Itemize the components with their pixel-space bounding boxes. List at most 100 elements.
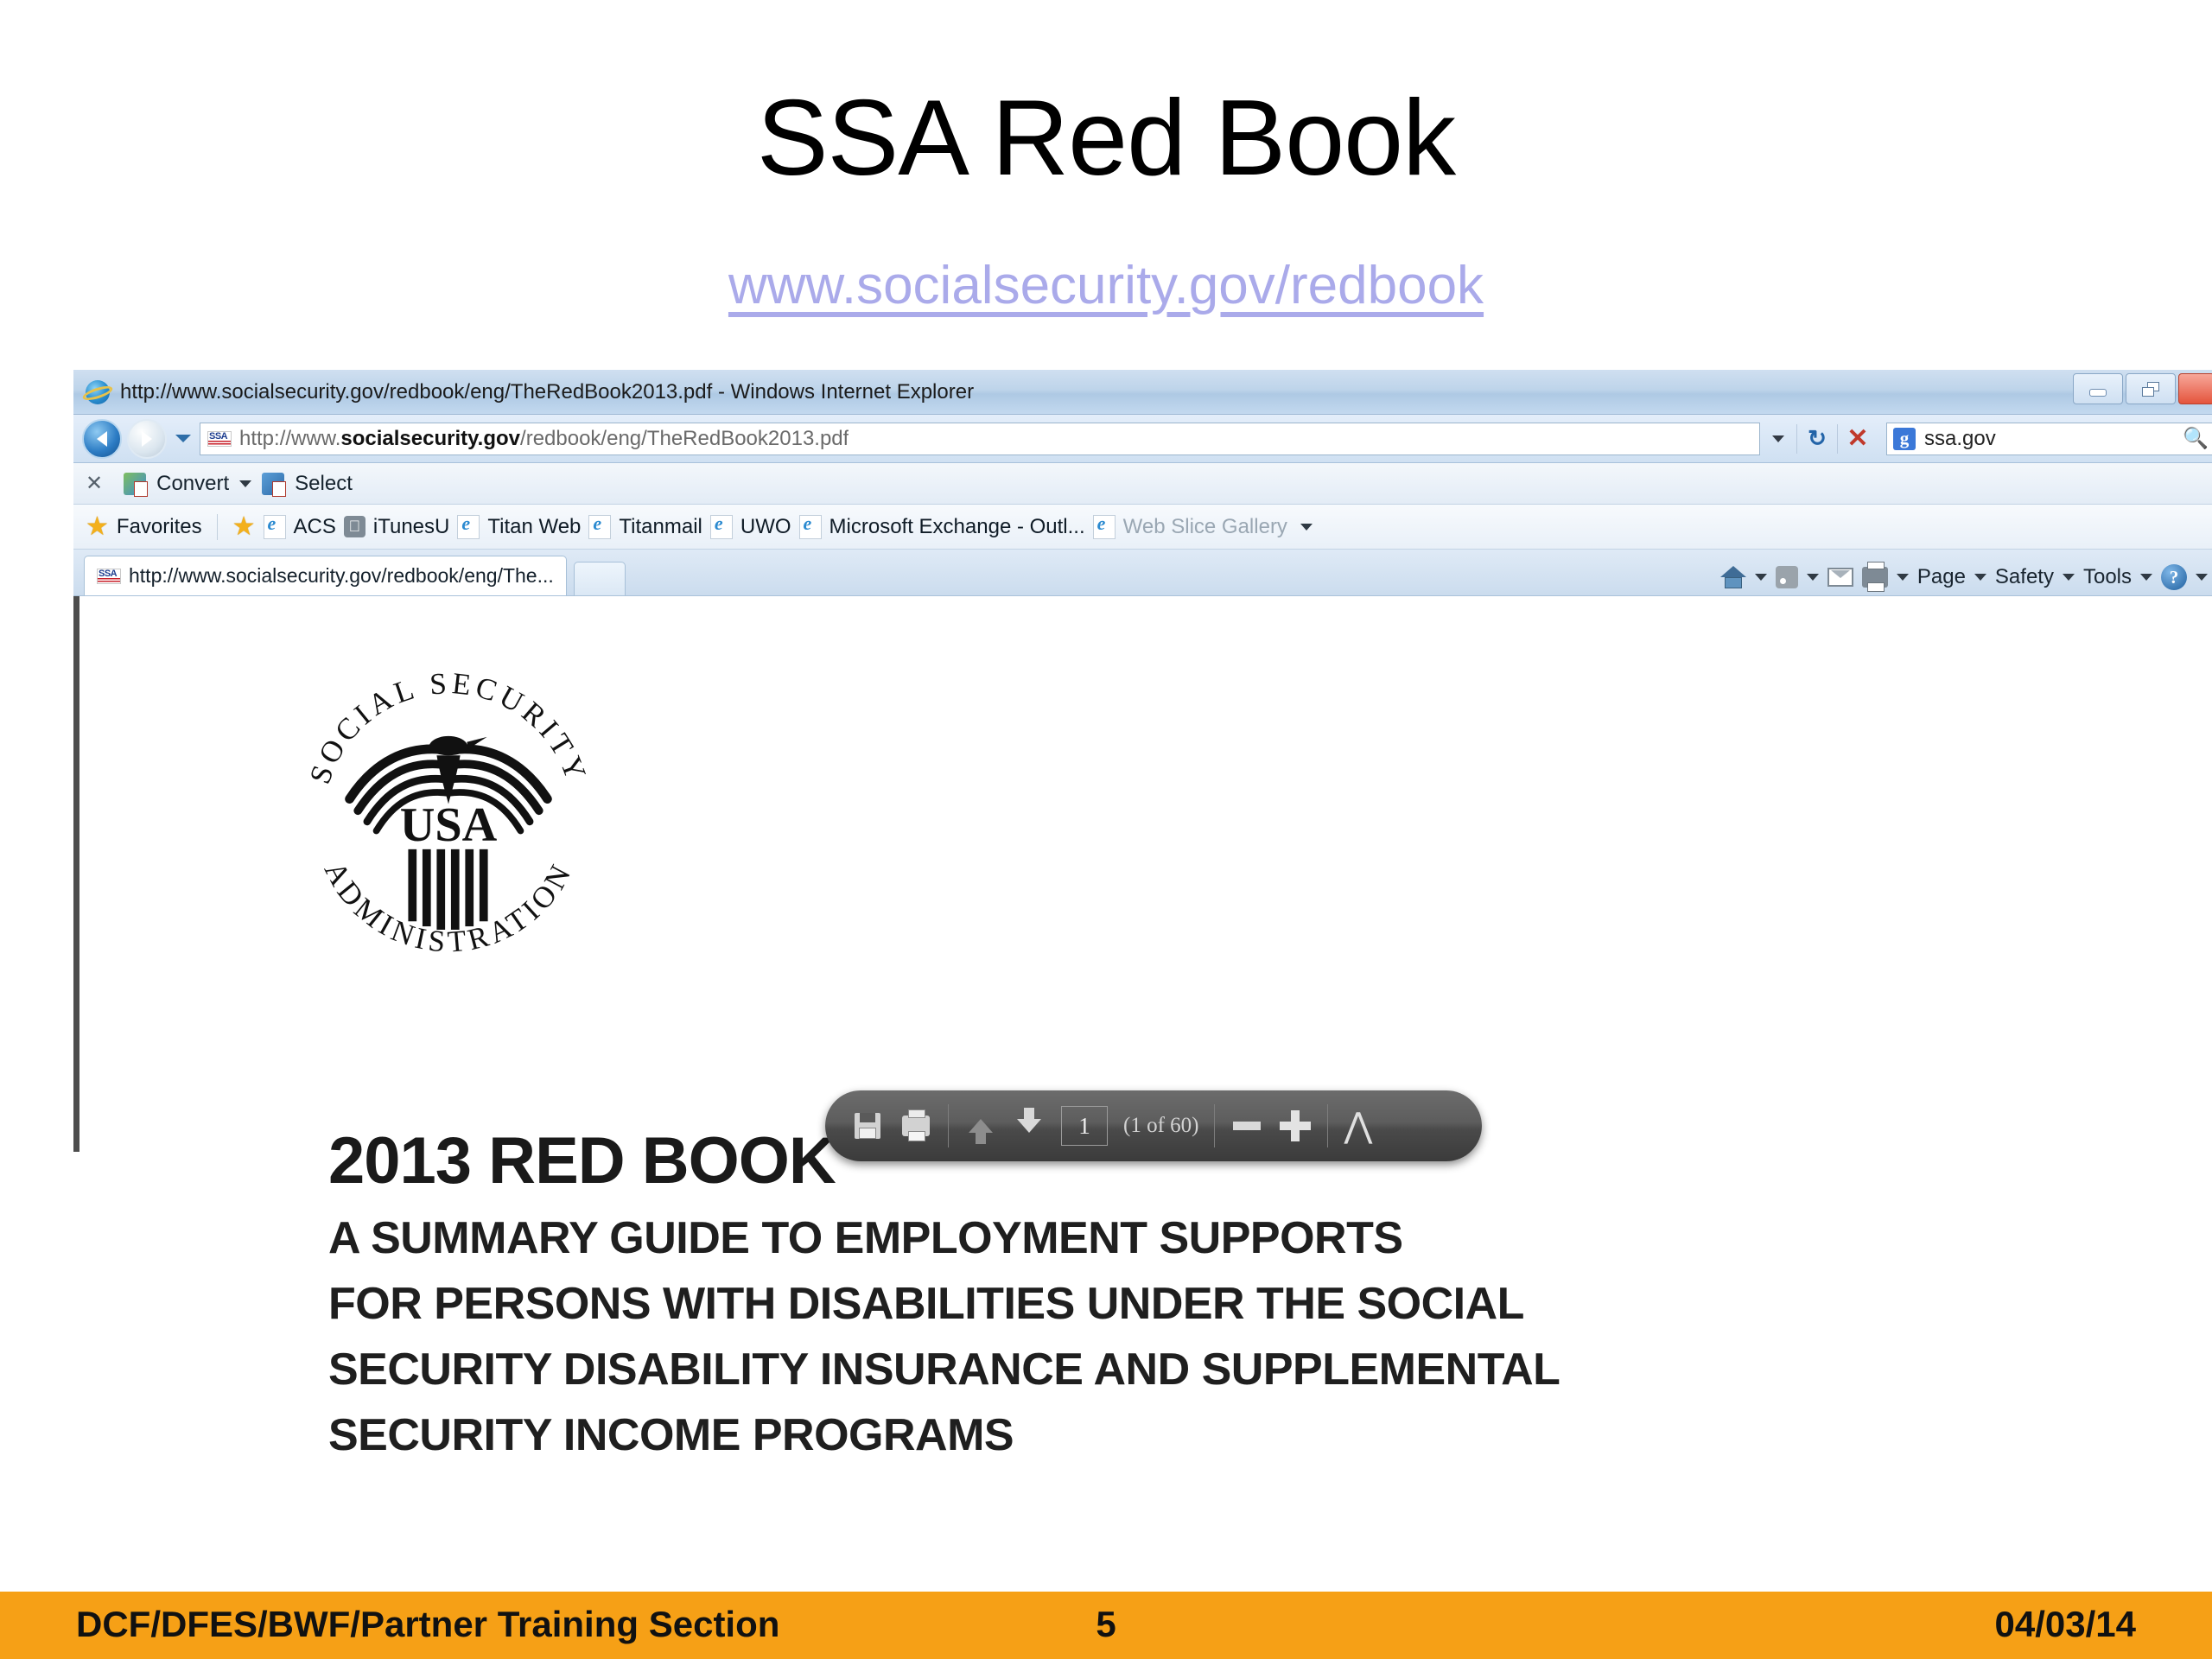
favorites-star-icon: ★	[86, 512, 109, 541]
adobe-acrobat-icon[interactable]: ⋀	[1344, 1109, 1372, 1143]
pdf-subtitle-line: FOR PERSONS WITH DISABILITIES UNDER THE …	[328, 1279, 1524, 1329]
tab-bar: http://www.socialsecurity.gov/redbook/en…	[73, 550, 2212, 596]
forward-icon	[142, 430, 152, 447]
page-number-input[interactable]: 1	[1061, 1106, 1108, 1146]
command-bar: Page Safety Tools ?	[1719, 562, 2212, 595]
print-icon[interactable]	[899, 1109, 932, 1142]
address-dropdown-chevron-down-icon[interactable]	[1772, 435, 1784, 442]
pdf-document-subtitle: A SUMMARY GUIDE TO EMPLOYMENT SUPPORTS F…	[328, 1205, 1970, 1468]
ssa-favicon	[97, 568, 121, 584]
refresh-icon[interactable]: ↻	[1797, 423, 1837, 455]
page-menu[interactable]: Page	[1917, 565, 1966, 589]
restore-button[interactable]	[2126, 373, 2176, 404]
recent-pages-chevron-down-icon[interactable]	[175, 435, 191, 442]
search-input[interactable]: g ssa.gov 🔍	[1886, 422, 2212, 455]
favorites-button[interactable]: Favorites	[117, 515, 202, 539]
pdf-viewport: SOCIAL SECURITY ADMINISTRATION USA 2013 …	[73, 596, 2212, 1547]
back-button[interactable]	[82, 418, 122, 459]
pdf-sidebar-edge[interactable]	[73, 596, 79, 1152]
ssa-favicon	[207, 430, 232, 447]
close-button[interactable]	[2178, 373, 2212, 404]
forward-button[interactable]	[127, 418, 167, 459]
help-icon[interactable]: ?	[2161, 564, 2187, 590]
page-chevron-down-icon[interactable]	[1974, 574, 1986, 581]
ie-page-icon	[1092, 512, 1116, 539]
page-title: SSA Red Book	[756, 79, 1456, 198]
home-icon[interactable]	[1719, 566, 1746, 588]
favorite-item-itunesu[interactable]: iTunesU	[373, 515, 449, 539]
favorite-item-web-slice-gallery[interactable]: Web Slice Gallery	[1123, 515, 1287, 539]
new-tab-button[interactable]	[573, 562, 626, 595]
safety-menu[interactable]: Safety	[1995, 565, 2054, 589]
svg-text:USA: USA	[400, 798, 498, 852]
convert-chevron-down-icon[interactable]	[239, 480, 252, 487]
favorite-item-titanmail[interactable]: Titanmail	[619, 515, 702, 539]
pdf-subtitle-line: A SUMMARY GUIDE TO EMPLOYMENT SUPPORTS	[328, 1213, 1403, 1263]
ie-page-icon	[709, 512, 733, 539]
minus-icon	[1233, 1122, 1262, 1130]
convert-to-pdf-icon	[124, 472, 149, 497]
page-count-label: (1 of 60)	[1123, 1114, 1199, 1137]
pdf-floating-toolbar: 1 (1 of 60) ⋀	[825, 1090, 1482, 1161]
favorite-item-uwo[interactable]: UWO	[741, 515, 791, 539]
toolbar-divider	[1327, 1104, 1329, 1147]
favorites-bar: ★ Favorites ★ ACS  iTunesU Titan Web Ti…	[73, 505, 2212, 550]
ie-page-icon	[457, 512, 480, 539]
add-to-favorites-icon[interactable]: ★	[232, 512, 256, 542]
redbook-url-link[interactable]: www.socialsecurity.gov/redbook	[0, 259, 2212, 313]
navigation-bar: http://www.socialsecurity.gov/redbook/en…	[73, 415, 2212, 463]
arrow-down-icon[interactable]	[1013, 1108, 1046, 1142]
favorite-item-titan-web[interactable]: Titan Web	[487, 515, 581, 539]
social-security-administration-seal-icon: SOCIAL SECURITY ADMINISTRATION USA	[281, 650, 616, 985]
zoom-in-button[interactable]	[1279, 1109, 1312, 1142]
print-chevron-down-icon[interactable]	[1896, 574, 1909, 581]
favorite-item-microsoft-exchange[interactable]: Microsoft Exchange - Outl...	[830, 515, 1085, 539]
google-icon: g	[1893, 427, 1916, 450]
printer-icon[interactable]	[1861, 562, 1888, 592]
favorites-divider	[216, 513, 218, 540]
footer-page-number: 5	[1096, 1604, 1116, 1644]
convert-button[interactable]: Convert	[156, 472, 229, 496]
toolbar-divider	[948, 1104, 949, 1147]
browser-title-bar: http://www.socialsecurity.gov/redbook/en…	[73, 370, 2212, 415]
tools-menu[interactable]: Tools	[2083, 565, 2132, 589]
favorites-overflow-chevron-down-icon[interactable]	[1300, 523, 1313, 531]
rss-icon[interactable]	[1775, 566, 1798, 588]
tools-chevron-down-icon[interactable]	[2140, 574, 2152, 581]
search-query-value: ssa.gov	[1924, 426, 1996, 450]
select-button[interactable]: Select	[295, 472, 353, 496]
pdf-document-title: 2013 RED BOOK	[328, 1124, 836, 1198]
zoom-out-button[interactable]	[1230, 1109, 1263, 1142]
home-chevron-down-icon[interactable]	[1754, 574, 1767, 581]
pdf-subtitle-line: SECURITY INCOME PROGRAMS	[328, 1410, 1014, 1460]
stop-icon[interactable]: ✕	[1838, 423, 1878, 455]
search-icon[interactable]: 🔍	[2183, 426, 2209, 451]
restore-icon	[2142, 381, 2159, 397]
url-domain: socialsecurity.gov	[340, 426, 521, 450]
save-icon[interactable]	[851, 1109, 884, 1142]
select-pdf-icon	[262, 472, 287, 497]
ie-page-icon	[798, 512, 822, 539]
acrobat-toolbar: ✕ Convert Select	[73, 463, 2212, 505]
url-prefix: http://www.	[239, 426, 341, 450]
minimize-button[interactable]	[2073, 373, 2123, 404]
toolbar-divider	[1214, 1104, 1216, 1147]
help-chevron-down-icon[interactable]	[2196, 574, 2208, 581]
close-toolbar-icon[interactable]: ✕	[86, 471, 103, 496]
back-icon	[97, 430, 107, 447]
safety-chevron-down-icon[interactable]	[2062, 574, 2075, 581]
arrow-up-icon[interactable]	[964, 1109, 997, 1144]
window-controls	[2073, 373, 2212, 404]
ie-page-icon	[588, 512, 612, 539]
address-bar-url: http://www.socialsecurity.gov/redbook/en…	[239, 427, 849, 451]
minimize-icon	[2089, 388, 2107, 397]
browser-window-screenshot: http://www.socialsecurity.gov/redbook/en…	[73, 370, 2212, 1547]
internet-explorer-icon	[86, 379, 110, 404]
feeds-chevron-down-icon[interactable]	[1806, 574, 1819, 581]
pdf-subtitle-line: SECURITY DISABILITY INSURANCE AND SUPPLE…	[328, 1344, 1560, 1395]
tab-label: http://www.socialsecurity.gov/redbook/en…	[129, 564, 554, 587]
mail-icon[interactable]	[1827, 568, 1853, 587]
favorite-item-acs[interactable]: ACS	[294, 515, 336, 539]
tab-redbook-pdf[interactable]: http://www.socialsecurity.gov/redbook/en…	[84, 556, 567, 595]
address-bar[interactable]: http://www.socialsecurity.gov/redbook/en…	[200, 422, 1760, 455]
